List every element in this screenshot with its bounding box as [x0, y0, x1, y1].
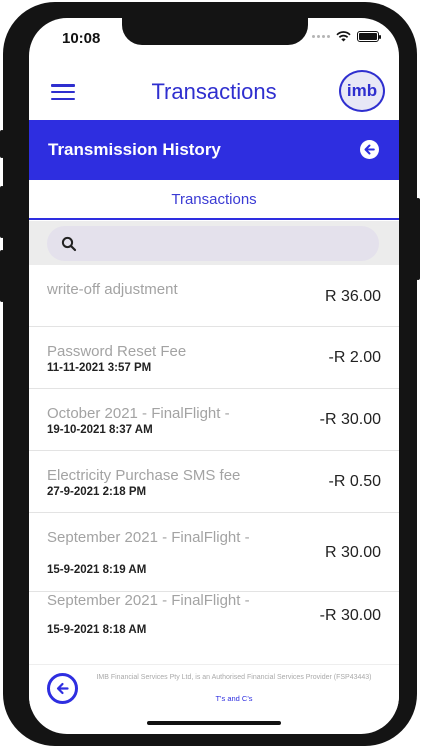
- back-arrow-icon[interactable]: [47, 673, 78, 704]
- transaction-amount: -R 0.50: [328, 473, 381, 490]
- status-icons: [312, 31, 381, 42]
- transaction-description: Password Reset Fee: [47, 343, 187, 360]
- tab-transactions[interactable]: Transactions: [29, 180, 399, 220]
- mute-switch: [0, 130, 4, 158]
- transaction-date: 19-10-2021 8:37 AM: [47, 424, 153, 436]
- transaction-description: October 2021 - FinalFlight -: [47, 405, 230, 422]
- transaction-row[interactable]: write-off adjustment R 36.00: [29, 265, 399, 327]
- phone-frame: 10:08 Transactions imb Transmission Hist…: [0, 2, 420, 746]
- terms-link[interactable]: T's and C's: [84, 694, 384, 703]
- transaction-row[interactable]: Electricity Purchase SMS fee 27-9-2021 2…: [29, 451, 399, 513]
- tab-label: Transactions: [171, 190, 257, 208]
- volume-up-button: [0, 186, 4, 238]
- transaction-date: 27-9-2021 2:18 PM: [47, 486, 147, 498]
- volume-down-button: [0, 250, 4, 302]
- transaction-list: write-off adjustment R 36.00 Password Re…: [29, 265, 399, 656]
- transaction-description: write-off adjustment: [47, 281, 178, 298]
- home-indicator[interactable]: [147, 721, 281, 725]
- status-time: 10:08: [62, 30, 101, 47]
- app-header: Transactions imb: [29, 68, 399, 114]
- transaction-row[interactable]: September 2021 - FinalFlight - 15-9-2021…: [29, 513, 399, 592]
- transaction-amount: R 30.00: [324, 544, 381, 561]
- transaction-amount: -R 30.00: [319, 607, 381, 624]
- section-title: Transmission History: [48, 140, 221, 159]
- battery-icon: [357, 31, 381, 42]
- transaction-description: September 2021 - FinalFlight -: [47, 592, 250, 609]
- search-icon: [61, 236, 77, 251]
- transaction-date: 15-9-2021 8:18 AM: [47, 624, 147, 636]
- transaction-row[interactable]: September 2021 - FinalFlight - 15-9-2021…: [29, 592, 399, 656]
- wifi-icon: [336, 31, 351, 42]
- transaction-amount: -R 30.00: [319, 411, 381, 428]
- transaction-date: 11-11-2021 3:57 PM: [47, 362, 152, 374]
- signal-icon: [312, 35, 330, 38]
- transaction-amount: -R 2.00: [328, 349, 381, 366]
- transaction-amount: R 36.00: [324, 288, 381, 305]
- power-button: [416, 198, 420, 280]
- app-screen: 10:08 Transactions imb Transmission Hist…: [29, 18, 399, 734]
- transaction-description: September 2021 - FinalFlight -: [47, 529, 250, 546]
- back-arrow-icon[interactable]: [360, 140, 379, 159]
- imb-logo[interactable]: imb: [339, 70, 385, 112]
- transaction-date: 15-9-2021 8:19 AM: [47, 564, 147, 576]
- legal-disclaimer: IMB Financial Services Pty Ltd, is an Au…: [96, 674, 372, 681]
- footer: IMB Financial Services Pty Ltd, is an Au…: [29, 664, 399, 710]
- transaction-row[interactable]: October 2021 - FinalFlight - 19-10-2021 …: [29, 389, 399, 451]
- camera-notch: [122, 18, 308, 45]
- section-header: Transmission History: [29, 120, 399, 180]
- search-area: [29, 221, 399, 265]
- transaction-description: Electricity Purchase SMS fee: [47, 467, 241, 484]
- transaction-row[interactable]: Password Reset Fee 11-11-2021 3:57 PM -R…: [29, 327, 399, 389]
- search-input[interactable]: [47, 226, 379, 261]
